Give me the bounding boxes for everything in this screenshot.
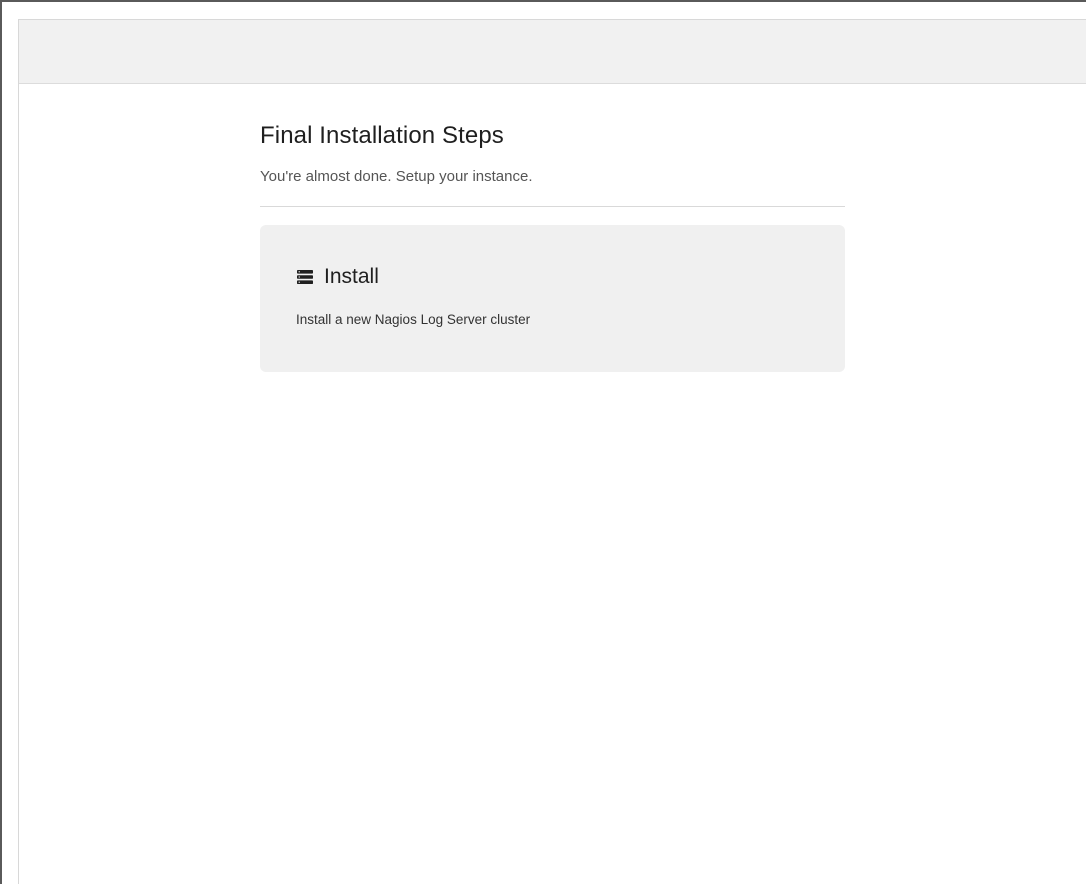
- top-navbar: [19, 20, 1086, 84]
- install-card-title: Install: [324, 265, 379, 288]
- install-card-header: Install: [296, 263, 809, 291]
- install-option-card[interactable]: Install Install a new Nagios Log Server …: [260, 225, 845, 372]
- install-card-description: Install a new Nagios Log Server cluster: [296, 312, 531, 327]
- server-icon: [296, 269, 314, 285]
- divider: [260, 206, 845, 207]
- main-content: Final Installation Steps You're almost d…: [260, 120, 845, 372]
- browser-viewport: Final Installation Steps You're almost d…: [18, 19, 1086, 884]
- page-title: Final Installation Steps: [260, 122, 504, 149]
- window-frame: Final Installation Steps You're almost d…: [0, 0, 1086, 884]
- page-subtitle: You're almost done. Setup your instance.: [260, 168, 533, 185]
